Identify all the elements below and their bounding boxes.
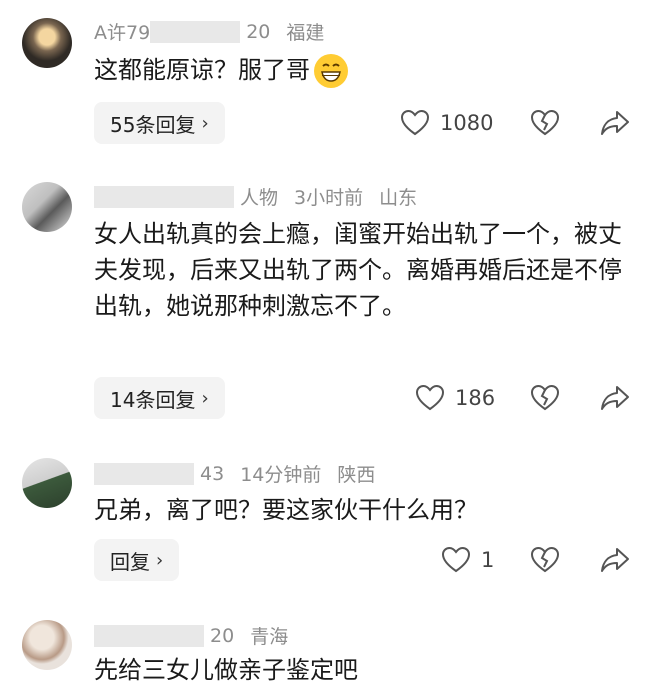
username[interactable]: A许79 [94, 18, 150, 45]
location: 青海 [250, 626, 289, 648]
heart-outline-icon [441, 546, 471, 574]
replies-label: 55条回复 [110, 112, 196, 137]
username[interactable]: 人物 [240, 183, 278, 210]
comment-text: 先给三女儿做亲子鉴定吧 [94, 656, 358, 684]
replies-button[interactable]: 回复 › [94, 539, 180, 581]
share-arrow-icon [600, 546, 630, 574]
like-button[interactable]: 1080 [400, 102, 493, 144]
broken-heart-icon [530, 384, 560, 412]
avatar[interactable] [22, 18, 72, 68]
replies-button[interactable]: 55条回复 › [94, 102, 225, 144]
comment-text: 这都能原谅？服了哥 [94, 52, 634, 88]
chevron-right-icon: › [201, 387, 209, 409]
dislike-button[interactable] [530, 109, 560, 137]
location: 福建 [286, 22, 325, 44]
comment-meta: 43 14分钟前 陕西 [94, 460, 375, 487]
timestamp: 14分钟前 [240, 464, 322, 486]
like-button[interactable]: 186 [415, 377, 495, 419]
comment-actions: 186 [415, 377, 655, 419]
like-count: 1 [481, 548, 495, 572]
dislike-button[interactable] [530, 546, 560, 574]
location: 山东 [379, 187, 418, 209]
comment-actions: 1080 [400, 102, 640, 144]
share-arrow-icon [600, 384, 630, 412]
redaction-mask [94, 624, 204, 647]
timestamp: 20 [210, 624, 235, 647]
share-button[interactable] [600, 546, 630, 574]
comment-text: 兄弟，离了吧？要这家伙干什么用？ [94, 496, 478, 524]
redaction-mask [94, 462, 194, 485]
broken-heart-icon [530, 109, 560, 137]
share-button[interactable] [600, 109, 630, 137]
timestamp: 3小时前 [294, 187, 364, 209]
heart-outline-icon [400, 109, 430, 137]
share-arrow-icon [600, 109, 630, 137]
replies-label: 14条回复 [110, 387, 196, 412]
dislike-button[interactable] [530, 384, 560, 412]
broken-heart-icon [530, 546, 560, 574]
avatar[interactable] [22, 182, 72, 232]
comment-meta: 人物 3小时前 山东 [94, 183, 417, 210]
like-count: 186 [455, 386, 496, 410]
timestamp: 20 [246, 20, 271, 43]
grinning-face-icon [314, 54, 348, 88]
location: 陕西 [337, 464, 376, 486]
avatar[interactable] [22, 620, 72, 670]
comment-meta: A许79 20 福建 [94, 18, 324, 45]
comment-actions: 1 [441, 539, 660, 581]
avatar[interactable] [22, 458, 72, 508]
username[interactable]: 43 [200, 463, 224, 485]
share-button[interactable] [600, 384, 630, 412]
replies-button[interactable]: 14条回复 › [94, 377, 225, 419]
redaction-mask [150, 20, 241, 43]
like-button[interactable]: 1 [441, 539, 494, 581]
comment-meta: 20 青海 [94, 622, 288, 649]
like-count: 1080 [440, 111, 494, 135]
comment-text: 女人出轨真的会上瘾，闺蜜开始出轨了一个，被丈夫发现，后来又出轨了两个。离婚再婚后… [94, 220, 622, 320]
chevron-right-icon: › [201, 112, 209, 134]
chevron-right-icon: › [156, 549, 164, 571]
heart-outline-icon [415, 384, 445, 412]
redaction-mask [94, 185, 234, 208]
replies-label: 回复 [110, 549, 150, 574]
